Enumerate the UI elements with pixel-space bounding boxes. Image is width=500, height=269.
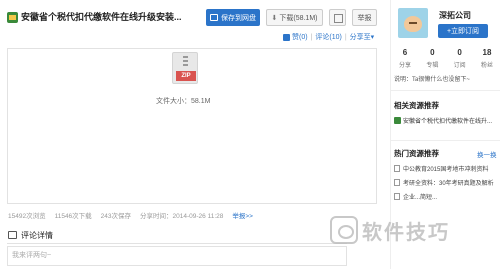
document-icon [394, 193, 400, 200]
hot-item[interactable]: 企业...简短... [394, 192, 437, 201]
stat-subscriptions[interactable]: 0 订阅 [448, 48, 472, 69]
comments-link[interactable]: 评论(10) [315, 32, 341, 42]
file-type-label: ZIP [176, 71, 196, 81]
comment-input[interactable]: 我来评两句~ [7, 246, 347, 266]
report-link[interactable]: 举报>> [232, 210, 253, 220]
hot-item-label: 考研全资料：30年考研真题及解析 [403, 181, 494, 187]
stat-fans[interactable]: 18 粉丝 [475, 48, 499, 69]
stat-albums[interactable]: 0 专辑 [420, 48, 444, 69]
download-icon: ⬇ [271, 14, 278, 22]
refresh-hot-link[interactable]: 换一换 [477, 149, 497, 159]
download-button-label: 下载(58.1M) [279, 14, 318, 22]
save-to-netdisk-button[interactable]: 保存到网盘 [206, 9, 260, 26]
divider: | [310, 33, 313, 41]
cloud-save-icon [210, 14, 218, 21]
related-resources-title: 相关资源推荐 [394, 101, 439, 110]
related-item[interactable]: 安徽省个税代扣代缴软件在线升... [394, 116, 492, 125]
stat-label: 订阅 [453, 63, 466, 69]
stat-shares[interactable]: 6 分享 [393, 48, 417, 69]
save-count: 243次保存 [100, 213, 132, 220]
stats-row: 15492次浏览 11546次下载 243次保存 分享时间：2014-09-26… [8, 210, 253, 220]
like-count: 赞(0) [292, 34, 308, 41]
vote-row: 赞(0) | 评论(10) | 分享至▾ [283, 32, 374, 42]
view-count: 15492次浏览 [8, 213, 46, 220]
uploader-name[interactable]: 深拓公司 [439, 10, 471, 21]
like-button[interactable]: 赞(0) [283, 32, 308, 42]
hot-item-label: 企业...简短... [403, 195, 438, 201]
page: 安徽省个税代扣代缴软件在线升级安装... 保存到网盘 ⬇ 下载(58.1M) 举… [0, 0, 500, 269]
zip-file-icon [394, 117, 401, 124]
comment-icon [8, 231, 17, 239]
hot-item[interactable]: 考研全资料：30年考研真题及解析 [394, 178, 494, 187]
watermark-text: 软件技巧 [362, 222, 450, 244]
divider [391, 140, 500, 141]
file-size: 文件大小：58.1M [156, 98, 211, 105]
save-button-label: 保存到网盘 [221, 14, 256, 22]
page-title: 安徽省个税代扣代缴软件在线升级安装... [21, 12, 182, 22]
stat-label: 分享 [398, 63, 411, 69]
stat-label: 粉丝 [480, 63, 493, 69]
uploader-bio: 说明：Ta很懒什么也没留下~ [394, 77, 470, 83]
divider [7, 243, 347, 244]
zip-archive-icon: ZIP [172, 52, 198, 84]
subscribe-button[interactable]: +立即订阅 [438, 24, 488, 38]
share-link[interactable]: 分享至▾ [350, 32, 375, 42]
report-button[interactable]: 举报 [352, 9, 377, 26]
stat-label: 专辑 [426, 63, 439, 69]
document-icon [394, 165, 400, 172]
thumbs-up-icon [283, 33, 290, 41]
stat-value: 0 [457, 48, 462, 57]
watermark-logo [330, 216, 358, 244]
stat-value: 6 [402, 48, 408, 57]
divider: | [344, 33, 347, 41]
document-icon [394, 179, 400, 186]
stat-value: 18 [482, 48, 492, 57]
avatar[interactable] [398, 8, 428, 38]
comments-title: 评论详情 [21, 231, 53, 240]
favorite-button[interactable] [329, 9, 346, 26]
hot-item[interactable]: 中公教育2015国考地市冲刺资料 [394, 164, 488, 173]
zip-file-icon [7, 12, 18, 23]
stat-value: 0 [430, 48, 435, 57]
uploader-stats: 6 分享 0 专辑 0 订阅 18 粉丝 [393, 48, 499, 69]
download-count: 11546次下载 [54, 213, 92, 220]
download-button[interactable]: ⬇ 下载(58.1M) [266, 9, 323, 26]
divider [391, 90, 500, 91]
hot-item-label: 中公教育2015国考地市冲刺资料 [403, 167, 489, 173]
share-time: 分享时间：2014-09-26 11:28 [140, 213, 224, 220]
related-item-label: 安徽省个税代扣代缴软件在线升... [403, 119, 493, 125]
hot-resources-title: 热门资源推荐 [394, 149, 439, 158]
